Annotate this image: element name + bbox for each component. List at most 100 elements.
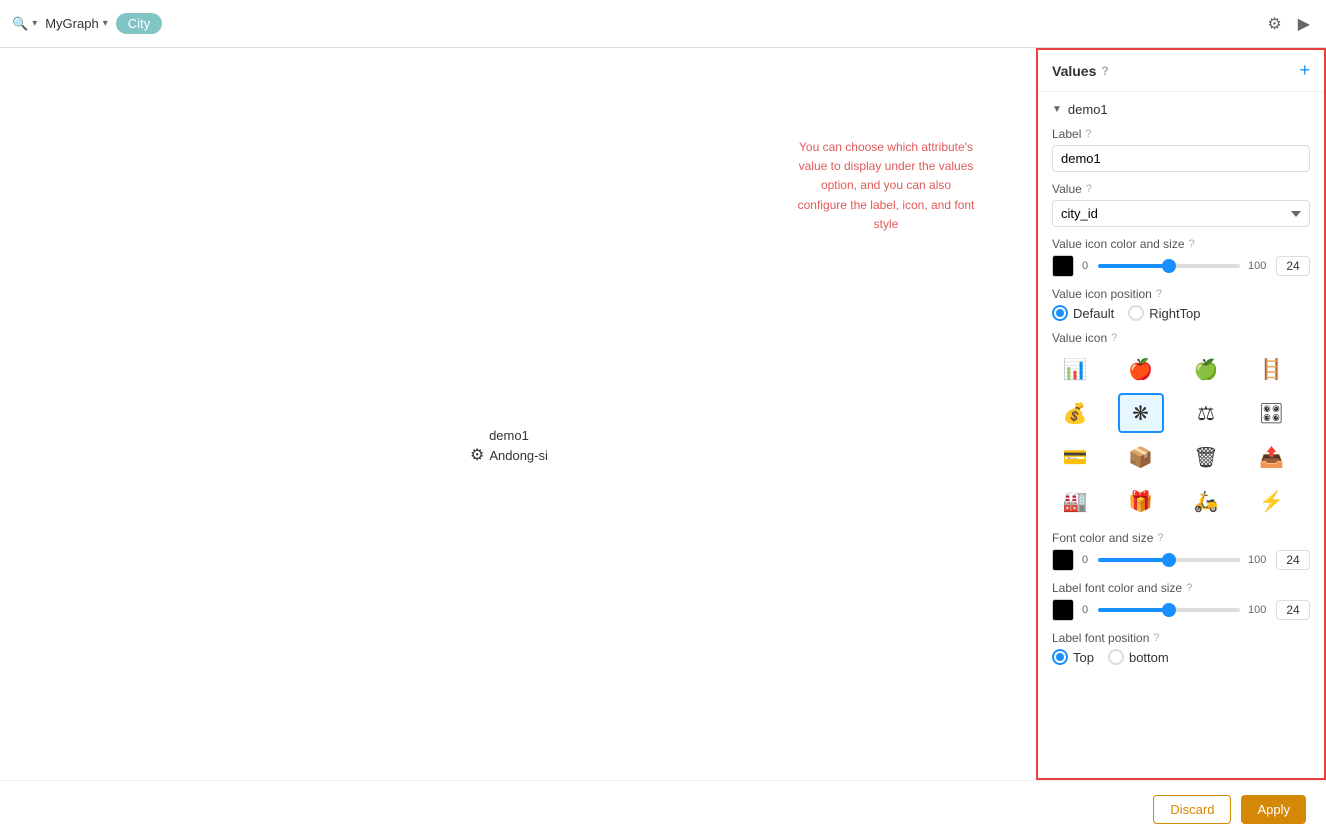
value-field-label: Value ? [1052, 182, 1310, 196]
icon-cell-9[interactable]: 📦 [1118, 437, 1164, 477]
value-icon-cs-slider-row: 0 100 24 [1052, 255, 1310, 277]
value-icon-cs-info-icon: ? [1189, 238, 1195, 250]
graph-name: MyGraph [45, 16, 98, 31]
font-range-val: 24 [1276, 550, 1310, 570]
graph-chevron-icon: ▾ [103, 18, 108, 29]
icon-grid: 📊 🍎 🍏 🪜 💰 ❋ ⚖ 🎛 💳 📦 🗑 📤 🏭 🎁 🛵 ⚡ [1052, 349, 1310, 521]
label-font-color-size-label: Label font color and size ? [1052, 581, 1310, 595]
icon-cell-15[interactable]: ⚡ [1249, 481, 1295, 521]
radio-top-dot [1052, 649, 1068, 665]
icon-cell-4[interactable]: 💰 [1052, 393, 1098, 433]
value-icon-label: Value icon ? [1052, 331, 1310, 345]
label-font-position-row: Label font position ? Top bottom [1052, 631, 1310, 665]
icon-cell-0[interactable]: 📊 [1052, 349, 1098, 389]
value-icon-pos-info-icon: ? [1156, 288, 1162, 300]
label-font-pos-info-icon: ? [1153, 632, 1159, 644]
font-color-swatch[interactable] [1052, 549, 1074, 571]
font-cs-slider-row: 0 100 24 [1052, 549, 1310, 571]
play-button[interactable]: ▶ [1294, 10, 1314, 38]
icon-cell-8[interactable]: 💳 [1052, 437, 1098, 477]
main-layout: You can choose which attribute's value t… [0, 48, 1326, 780]
value-info-icon: ? [1086, 183, 1092, 195]
value-icon-color-swatch[interactable] [1052, 255, 1074, 277]
section-toggle[interactable]: ▼ demo1 [1052, 102, 1310, 117]
icon-cell-6[interactable]: ⚖ [1183, 393, 1229, 433]
label-font-cs-slider-row: 0 100 24 [1052, 599, 1310, 621]
node-icon: ⚙ [470, 445, 484, 465]
font-color-size-label: Font color and size ? [1052, 531, 1310, 545]
radio-righttop-dot [1128, 305, 1144, 321]
radio-default[interactable]: Default [1052, 305, 1114, 321]
radio-top[interactable]: Top [1052, 649, 1094, 665]
search-icon-wrap[interactable]: 🔍 ▾ [12, 16, 37, 32]
search-icon: 🔍 [12, 16, 28, 32]
font-range-min: 0 [1082, 554, 1090, 566]
label-field-row: Label ? [1052, 127, 1310, 172]
icon-cell-10[interactable]: 🗑 [1183, 437, 1229, 477]
label-font-color-swatch[interactable] [1052, 599, 1074, 621]
value-icon-slider[interactable] [1098, 264, 1240, 268]
icon-cell-11[interactable]: 📤 [1249, 437, 1295, 477]
panel-title: Values ? [1052, 63, 1109, 79]
radio-bottom-dot [1108, 649, 1124, 665]
node-icon-label: ⚙ Andong-si [470, 445, 548, 465]
city-badge[interactable]: City [116, 13, 162, 34]
radio-righttop[interactable]: RightTop [1128, 305, 1200, 321]
label-font-cs-info-icon: ? [1186, 582, 1192, 594]
label-font-range-max: 100 [1248, 604, 1268, 616]
toggle-arrow-icon: ▼ [1052, 104, 1062, 115]
graph-selector[interactable]: MyGraph ▾ [45, 16, 108, 31]
value-icon-range-val: 24 [1276, 256, 1310, 276]
icon-cell-1[interactable]: 🍎 [1118, 349, 1164, 389]
label-font-position-label: Label font position ? [1052, 631, 1310, 645]
panel-title-info-icon: ? [1101, 64, 1108, 78]
icon-cell-14[interactable]: 🛵 [1183, 481, 1229, 521]
font-slider[interactable] [1098, 558, 1240, 562]
value-icon-color-size-row: Value icon color and size ? 0 100 24 [1052, 237, 1310, 277]
node-label: demo1 [489, 428, 529, 443]
icon-cell-13[interactable]: 🎁 [1118, 481, 1164, 521]
bottom-buttons: Discard Apply [0, 780, 1326, 838]
discard-button[interactable]: Discard [1153, 795, 1231, 824]
font-color-size-row: Font color and size ? 0 100 24 [1052, 531, 1310, 571]
icon-cell-7[interactable]: 🎛 [1249, 393, 1295, 433]
label-info-icon: ? [1085, 128, 1091, 140]
icon-cell-3[interactable]: 🪜 [1249, 349, 1295, 389]
label-input[interactable] [1052, 145, 1310, 172]
right-panel: Values ? + ▼ demo1 Label ? [1036, 48, 1326, 780]
radio-bottom[interactable]: bottom [1108, 649, 1169, 665]
node-city: Andong-si [489, 448, 548, 463]
panel-body: ▼ demo1 Label ? Value ? city_id ci [1038, 92, 1324, 778]
icon-cell-5[interactable]: ❋ [1118, 393, 1164, 433]
panel-add-button[interactable]: + [1299, 60, 1310, 81]
label-font-position-radio-group: Top bottom [1052, 649, 1310, 665]
label-font-range-val: 24 [1276, 600, 1310, 620]
node-container: demo1 ⚙ Andong-si [470, 428, 548, 465]
label-font-slider[interactable] [1098, 608, 1240, 612]
value-field-row: Value ? city_id city_name population are… [1052, 182, 1310, 227]
font-range-max: 100 [1248, 554, 1268, 566]
radio-default-dot [1052, 305, 1068, 321]
label-font-range-min: 0 [1082, 604, 1090, 616]
top-bar: 🔍 ▾ MyGraph ▾ City ⚙ ▶ [0, 0, 1326, 48]
value-select[interactable]: city_id city_name population area [1052, 200, 1310, 227]
canvas-hint: You can choose which attribute's value t… [796, 138, 976, 234]
value-icon-range-max: 100 [1248, 260, 1268, 272]
value-icon-position-radio-group: Default RightTop [1052, 305, 1310, 321]
value-icon-row: Value icon ? 📊 🍎 🍏 🪜 💰 ❋ ⚖ 🎛 💳 📦 🗑 📤 [1052, 331, 1310, 521]
icon-cell-12[interactable]: 🏭 [1052, 481, 1098, 521]
apply-button[interactable]: Apply [1241, 795, 1306, 824]
label-font-color-size-row: Label font color and size ? 0 100 24 [1052, 581, 1310, 621]
icon-cell-2[interactable]: 🍏 [1183, 349, 1229, 389]
section-name: demo1 [1068, 102, 1108, 117]
settings-button[interactable]: ⚙ [1263, 10, 1285, 38]
value-icon-position-label: Value icon position ? [1052, 287, 1310, 301]
font-cs-info-icon: ? [1157, 532, 1163, 544]
label-field-label: Label ? [1052, 127, 1310, 141]
value-icon-range-min: 0 [1082, 260, 1090, 272]
value-icon-color-size-label: Value icon color and size ? [1052, 237, 1310, 251]
panel-title-text: Values [1052, 63, 1096, 79]
canvas-area: You can choose which attribute's value t… [0, 48, 1036, 780]
value-icon-position-row: Value icon position ? Default RightTop [1052, 287, 1310, 321]
value-icon-info-icon: ? [1111, 332, 1117, 344]
